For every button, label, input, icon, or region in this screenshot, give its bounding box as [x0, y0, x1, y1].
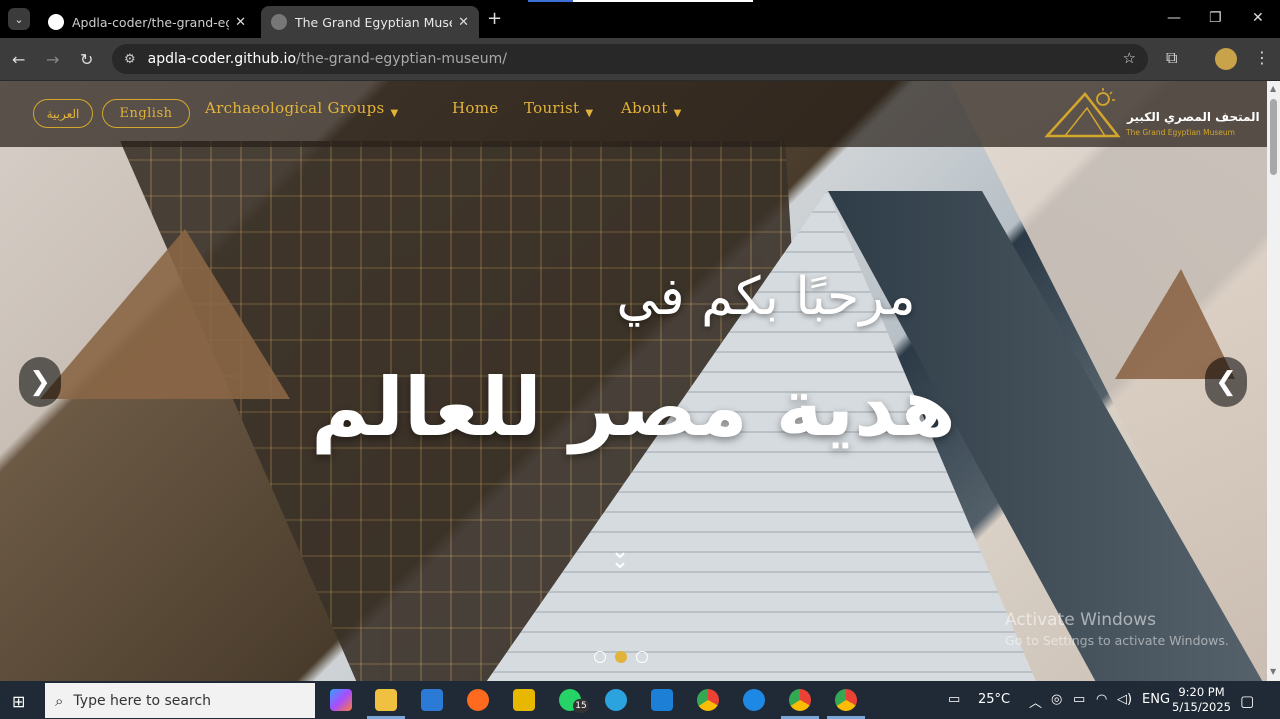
bookmark-star-icon[interactable]: ☆	[1123, 49, 1136, 67]
taskbar-search[interactable]: ⌕ Type here to search	[45, 683, 315, 718]
file-explorer-icon[interactable]	[375, 689, 397, 711]
canva-icon[interactable]	[743, 689, 765, 711]
tab-github[interactable]: Apdla-coder/the-grand-egyptia ✕	[38, 6, 256, 38]
extensions-icon[interactable]: ⧉	[1166, 48, 1177, 68]
chrome-icon[interactable]	[697, 689, 719, 711]
hero-title: هدية مصر للعالم	[311, 361, 956, 454]
tray-chevron-icon[interactable]: ︿	[1029, 692, 1042, 711]
carousel-next-button[interactable]: ❮	[1205, 357, 1247, 407]
meet-icon[interactable]: ◎	[1051, 692, 1062, 707]
page-scrollbar[interactable]: ▲ ▼	[1267, 81, 1280, 681]
weather-temp[interactable]: 25°C	[978, 692, 1010, 707]
firefox-icon[interactable]	[467, 689, 489, 711]
restore-button[interactable]: ❐	[1209, 10, 1222, 26]
close-icon[interactable]: ✕	[458, 15, 469, 30]
loading-accent-2	[573, 0, 753, 2]
hero-section: العربية English Archaeological Groups ▼ H…	[0, 81, 1267, 681]
scroll-down-arrow-icon[interactable]: ▼	[1270, 667, 1276, 676]
close-icon[interactable]: ✕	[235, 15, 246, 30]
close-window-button[interactable]: ✕	[1252, 10, 1264, 26]
github-icon	[48, 14, 64, 30]
carousel-prev-button[interactable]: ❯	[19, 357, 61, 407]
whatsapp-badge: 15	[573, 699, 589, 713]
address-bar[interactable]: ⚙ apdla-coder.github.io /the-grand-egypt…	[112, 44, 1148, 74]
windows-start-icon[interactable]: ⊞	[12, 692, 25, 711]
logo-english-text: The Grand Egyptian Museum	[1126, 128, 1235, 137]
menu-kebab-icon[interactable]: ⋮	[1254, 48, 1270, 67]
activation-watermark-subtitle: Go to Settings to activate Windows.	[1005, 633, 1229, 648]
caret-down-icon: ▼	[390, 108, 399, 119]
clock[interactable]: 9:20 PM 5/15/2025	[1172, 685, 1231, 715]
url-path: /the-grand-egyptian-museum/	[296, 51, 508, 67]
scroll-up-arrow-icon[interactable]: ▲	[1270, 84, 1276, 93]
scrollbar-thumb[interactable]	[1270, 99, 1277, 175]
logo-arabic-text: المتحف المصري الكبير	[1127, 110, 1260, 124]
nav-label: Tourist	[524, 99, 580, 117]
carousel-dot-active[interactable]	[615, 651, 627, 663]
chrome-profile-icon[interactable]	[789, 689, 811, 711]
chrome-profile-icon[interactable]	[835, 689, 857, 711]
wifi-icon[interactable]: ◠	[1096, 692, 1107, 707]
weather-icon[interactable]: ▭	[948, 692, 960, 707]
notifications-icon[interactable]: ▢	[1240, 692, 1254, 710]
arabic-language-button[interactable]: العربية	[33, 99, 93, 128]
tab-search-button[interactable]: ⌄	[8, 8, 30, 30]
carousel-dot[interactable]	[594, 651, 606, 663]
nav-archaeological-groups[interactable]: Archaeological Groups ▼	[205, 99, 399, 119]
carousel-dot[interactable]	[636, 651, 648, 663]
nav-home[interactable]: Home	[452, 99, 498, 117]
volume-icon[interactable]: ◁)	[1117, 692, 1132, 707]
nav-tourist[interactable]: Tourist ▼	[524, 99, 593, 119]
site-header: العربية English Archaeological Groups ▼ H…	[0, 81, 1267, 147]
search-icon: ⌕	[55, 691, 64, 710]
new-tab-button[interactable]: +	[487, 8, 502, 29]
nav-label: Home	[452, 99, 499, 117]
battery-icon[interactable]: ▭	[1073, 692, 1085, 707]
globe-icon	[271, 14, 287, 30]
telegram-icon[interactable]	[605, 689, 627, 711]
tab-title: Apdla-coder/the-grand-egyptia	[72, 14, 229, 30]
profile-avatar[interactable]	[1215, 48, 1237, 70]
english-language-button[interactable]: English	[102, 99, 190, 128]
clock-date: 5/15/2025	[1172, 700, 1231, 714]
search-placeholder: Type here to search	[73, 692, 212, 709]
loading-accent	[528, 0, 573, 2]
back-button[interactable]: ←	[12, 50, 25, 69]
browser-tabstrip: ⌄ Apdla-coder/the-grand-egyptia ✕ The Gr…	[0, 0, 1280, 38]
tab-title: The Grand Egyptian Museum	[295, 14, 452, 30]
microsoft-store-icon[interactable]	[421, 689, 443, 711]
caret-down-icon: ▼	[585, 108, 594, 119]
input-language[interactable]: ENG	[1142, 692, 1170, 707]
caret-down-icon: ▼	[673, 108, 682, 119]
url-host: apdla-coder.github.io	[147, 51, 297, 67]
hero-welcome-text: مرحبًا بكم في	[616, 267, 916, 327]
minimize-button[interactable]: —	[1167, 10, 1181, 26]
tab-museum[interactable]: The Grand Egyptian Museum ✕	[261, 6, 479, 38]
carousel-indicators	[594, 651, 648, 663]
reload-button[interactable]: ↻	[80, 50, 93, 69]
activation-watermark-title: Activate Windows	[1005, 610, 1156, 630]
copilot-icon[interactable]	[330, 689, 352, 711]
vscode-icon[interactable]	[651, 689, 673, 711]
nav-about[interactable]: About ▼	[621, 99, 682, 119]
windows-taskbar: ⊞ ⌕ Type here to search 15 ▭ 25°C ︿ ◎ ▭ …	[0, 681, 1280, 719]
nav-label: About	[621, 99, 668, 117]
clock-time: 9:20 PM	[1178, 685, 1225, 699]
power-bi-icon[interactable]	[513, 689, 535, 711]
browser-toolbar: ← → ↻ ⚙ apdla-coder.github.io /the-grand…	[0, 38, 1280, 81]
site-info-icon[interactable]: ⚙	[124, 52, 136, 67]
forward-button[interactable]: →	[46, 50, 59, 69]
nav-label: Archaeological Groups	[205, 99, 385, 117]
scroll-down-chevron-icon[interactable]: ⌄ ⌄	[606, 541, 634, 573]
